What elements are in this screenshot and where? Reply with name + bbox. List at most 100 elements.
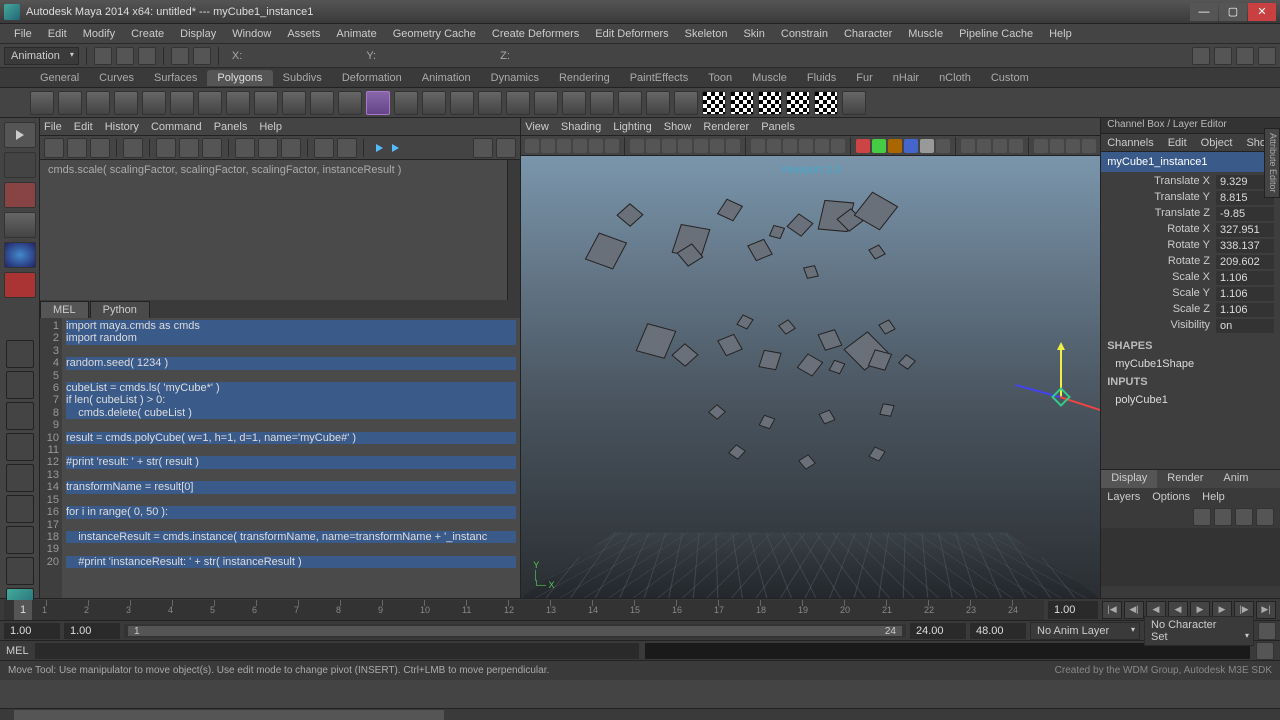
current-frame-marker[interactable]: 1 (14, 600, 32, 620)
vp-tool-3[interactable] (573, 139, 587, 153)
shelf-button-27[interactable] (786, 91, 810, 115)
cube-instance[interactable] (898, 354, 916, 370)
vp-tool-4[interactable] (589, 139, 603, 153)
vp-tool-11[interactable] (710, 139, 724, 153)
menu-display[interactable]: Display (172, 28, 224, 40)
shelf-button-8[interactable] (254, 91, 278, 115)
shelf-tab-ncloth[interactable]: nCloth (929, 70, 981, 86)
code-line[interactable] (66, 370, 516, 382)
shelf-button-3[interactable] (114, 91, 138, 115)
shelf-button-6[interactable] (198, 91, 222, 115)
shelf-button-12[interactable] (366, 91, 390, 115)
vp-menu-panels[interactable]: Panels (761, 121, 795, 133)
cube-instance[interactable] (829, 360, 846, 375)
code-line[interactable] (66, 494, 516, 506)
play-icon[interactable] (376, 144, 383, 152)
shelf-tab-nhair[interactable]: nHair (883, 70, 929, 86)
layer-tab-anim[interactable]: Anim (1213, 470, 1258, 488)
code-line[interactable]: cmds.delete( cubeList ) (66, 407, 516, 419)
script-layout3-button[interactable] (281, 138, 301, 158)
shelf-tab-deformation[interactable]: Deformation (332, 70, 412, 86)
cb-menu-object[interactable]: Object (1201, 137, 1233, 149)
rewind-button[interactable]: |◀ (1102, 601, 1122, 619)
layer-menu-options[interactable]: Options (1152, 491, 1190, 503)
shelf-tab-fur[interactable]: Fur (846, 70, 883, 86)
shelf-button-21[interactable] (618, 91, 642, 115)
vp-tool-8[interactable] (662, 139, 676, 153)
layout-single-button[interactable] (6, 340, 34, 368)
menu-pipeline-cache[interactable]: Pipeline Cache (951, 28, 1041, 40)
menu-edit[interactable]: Edit (40, 28, 75, 40)
vp-tool-10[interactable] (694, 139, 708, 153)
vp-tool-0[interactable] (525, 139, 539, 153)
code-line[interactable] (66, 543, 516, 555)
layer-new-button[interactable] (1193, 508, 1211, 526)
shelf-button-26[interactable] (758, 91, 782, 115)
paint-select-tool[interactable] (4, 182, 36, 208)
menu-constrain[interactable]: Constrain (773, 28, 836, 40)
viewport[interactable]: Viewport 2.0 Y│└─ X (521, 156, 1100, 598)
rotate-tool[interactable] (4, 242, 36, 268)
mode-dropdown[interactable]: Animation (4, 47, 79, 65)
script-outdent-button[interactable] (337, 138, 357, 158)
layer-tab-display[interactable]: Display (1101, 470, 1157, 488)
shelf-tab-surfaces[interactable]: Surfaces (144, 70, 207, 86)
shelf-button-22[interactable] (646, 91, 670, 115)
anim-layer-dropdown[interactable]: No Anim Layer (1030, 622, 1140, 640)
vp-tool-21[interactable] (888, 139, 902, 153)
step-back-key-button[interactable]: ◀| (1124, 601, 1144, 619)
cube-instance[interactable] (728, 444, 746, 460)
vp-tool-6[interactable] (630, 139, 644, 153)
code-line[interactable]: for i in range( 0, 50 ): (66, 506, 516, 518)
shelf-button-24[interactable] (702, 91, 726, 115)
code-line[interactable]: import maya.cmds as cmds (66, 320, 516, 332)
script-menu-help[interactable]: Help (259, 121, 282, 133)
shelf-tab-muscle[interactable]: Muscle (742, 70, 797, 86)
script-save-button[interactable] (67, 138, 87, 158)
vp-tool-16[interactable] (799, 139, 813, 153)
shelf-tab-subdivs[interactable]: Subdivs (273, 70, 332, 86)
range-end-in-field[interactable]: 24.00 (910, 623, 966, 639)
script-layout2-button[interactable] (258, 138, 278, 158)
shelf-button-7[interactable] (226, 91, 250, 115)
script-exec-all-button[interactable] (179, 138, 199, 158)
vp-tool-1[interactable] (541, 139, 555, 153)
code-line[interactable]: transformName = result[0] (66, 481, 516, 493)
attr-value[interactable]: 1.106 (1216, 303, 1274, 317)
attr-value[interactable]: 338.137 (1216, 239, 1274, 253)
current-time-field[interactable]: 1.00 (1048, 601, 1098, 619)
shelf-button-28[interactable] (814, 91, 838, 115)
layer-del-button[interactable] (1235, 508, 1253, 526)
code-line[interactable] (66, 444, 516, 456)
layout-graph-button[interactable] (6, 495, 34, 523)
attr-value[interactable]: 1.106 (1216, 287, 1274, 301)
vp-tool-5[interactable] (605, 139, 619, 153)
forward-end-button[interactable]: ▶| (1256, 601, 1276, 619)
vp-menu-show[interactable]: Show (664, 121, 692, 133)
save-scene-button[interactable] (138, 47, 156, 65)
attr-value[interactable]: -9.85 (1216, 207, 1274, 221)
vp-tool-32[interactable] (1082, 139, 1096, 153)
attr-value[interactable]: on (1216, 319, 1274, 333)
code-line[interactable]: random.seed( 1234 ) (66, 357, 516, 369)
menu-window[interactable]: Window (224, 28, 279, 40)
vp-tool-30[interactable] (1050, 139, 1064, 153)
cube-instance[interactable] (759, 415, 776, 430)
cube-instance[interactable] (617, 203, 644, 227)
script-save-all-button[interactable] (90, 138, 110, 158)
shelf-tab-animation[interactable]: Animation (412, 70, 481, 86)
vp-tool-23[interactable] (920, 139, 934, 153)
move-tool[interactable] (4, 212, 36, 238)
time-slider[interactable]: 1 12345678910111213141516171819202122232… (4, 600, 1044, 620)
cube-instance[interactable] (736, 314, 753, 329)
shelf-button-9[interactable] (282, 91, 306, 115)
script-indent-button[interactable] (314, 138, 334, 158)
cube-instance[interactable] (803, 265, 819, 279)
script-menu-edit[interactable]: Edit (74, 121, 93, 133)
toolbar-btn-a[interactable] (1192, 47, 1210, 65)
open-scene-button[interactable] (116, 47, 134, 65)
scale-tool[interactable] (4, 272, 36, 298)
menu-file[interactable]: File (6, 28, 40, 40)
layout-persp-button[interactable] (6, 433, 34, 461)
cb-menu-edit[interactable]: Edit (1168, 137, 1187, 149)
